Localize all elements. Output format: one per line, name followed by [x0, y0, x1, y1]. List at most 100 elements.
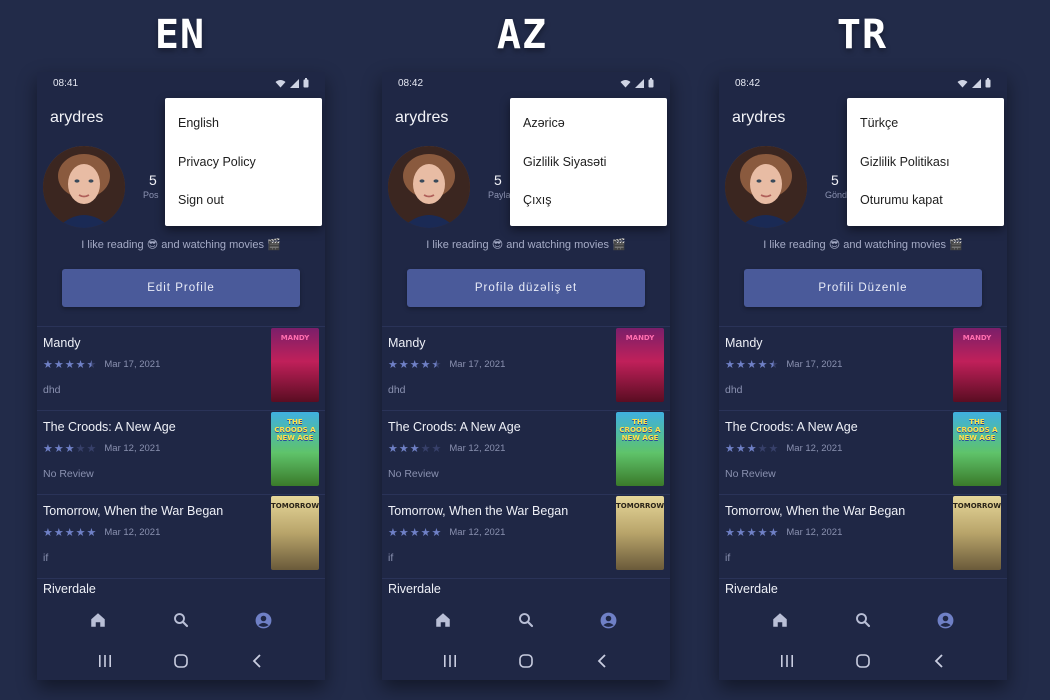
- recent-apps-icon[interactable]: [85, 646, 125, 676]
- review-title: The Croods: A New Age: [43, 420, 176, 434]
- search-icon[interactable]: [843, 600, 883, 640]
- review-list-item[interactable]: Tomorrow, When the War Began ★ ★ ★ ★ ★ Mar 12,…: [719, 494, 1007, 578]
- signal-icon: [972, 78, 981, 88]
- menu-item-privacy-policy[interactable]: Privacy Policy: [165, 143, 322, 182]
- signal-icon: [635, 78, 644, 88]
- movie-poster[interactable]: THE CROODS A NEW AGE: [953, 412, 1001, 486]
- review-list-item[interactable]: The Croods: A New Age ★ ★ ★ ★ ★ Mar 12, 2021 No…: [719, 410, 1007, 494]
- home-circle-icon[interactable]: [506, 646, 546, 676]
- review-title: The Croods: A New Age: [388, 420, 521, 434]
- review-list-item[interactable]: Tomorrow, When the War Began ★ ★ ★ ★ ★ Mar 12,…: [37, 494, 325, 578]
- review-title: The Croods: A New Age: [725, 420, 858, 434]
- poster-title: THE CROODS A NEW AGE: [274, 418, 316, 442]
- review-date: Mar 12, 2021: [786, 443, 843, 454]
- list-divider: [37, 578, 325, 579]
- posts-stat: 5 Payla: [488, 172, 511, 200]
- home-icon[interactable]: [423, 600, 463, 640]
- rating-stars: ★ ★ ★ ★ ★: [388, 442, 441, 455]
- recent-apps-icon[interactable]: [430, 646, 470, 676]
- search-icon[interactable]: [161, 600, 201, 640]
- edit-profile-button[interactable]: Profilə düzəliş et: [407, 269, 645, 307]
- rating-stars: ★ ★ ★ ★ ★: [725, 358, 778, 371]
- review-title-partial: Riverdale: [725, 582, 778, 596]
- account-circle-icon[interactable]: [589, 600, 629, 640]
- edit-profile-button[interactable]: Edit Profile: [62, 269, 300, 307]
- star-icon: ★: [388, 527, 398, 539]
- review-meta: ★ ★ ★ ★ ★ Mar 12, 2021: [43, 526, 160, 539]
- movie-poster[interactable]: MANDY: [616, 328, 664, 402]
- home-icon[interactable]: [760, 600, 800, 640]
- star-icon: ★: [43, 359, 53, 371]
- review-list-item[interactable]: Mandy ★ ★ ★ ★ ★ Mar 17, 2021 dhd MANDY: [382, 326, 670, 410]
- review-meta: ★ ★ ★ ★ ★ Mar 17, 2021: [725, 358, 842, 371]
- movie-poster[interactable]: MANDY: [953, 328, 1001, 402]
- menu-item-sign-out[interactable]: Sign out: [165, 181, 322, 220]
- review-title-partial: Riverdale: [388, 582, 441, 596]
- status-bar: 08:41: [37, 72, 325, 94]
- back-icon[interactable]: [919, 646, 959, 676]
- movie-poster[interactable]: TOMORROW: [616, 496, 664, 570]
- poster-title: TOMORROW: [953, 502, 1001, 510]
- recent-apps-icon[interactable]: [767, 646, 807, 676]
- movie-poster[interactable]: TOMORROW: [953, 496, 1001, 570]
- star-icon: ★: [420, 359, 431, 371]
- search-icon[interactable]: [506, 600, 546, 640]
- review-list-item[interactable]: The Croods: A New Age ★ ★ ★ ★ ★ Mar 12, 2021 No…: [382, 410, 670, 494]
- review-list-item[interactable]: Mandy ★ ★ ★ ★ ★ Mar 17, 2021 dhd MANDY: [719, 326, 1007, 410]
- star-icon: ★: [409, 443, 420, 455]
- home-circle-icon[interactable]: [843, 646, 883, 676]
- menu-item-sign-out[interactable]: Oturumu kapat: [847, 181, 1004, 220]
- review-list-item[interactable]: Mandy ★ ★ ★ ★ ★ Mar 17, 2021 dhd MANDY: [37, 326, 325, 410]
- movie-poster[interactable]: TOMORROW: [271, 496, 319, 570]
- profile-bio: I like reading 😎 and watching movies 🎬: [426, 239, 626, 251]
- account-circle-icon[interactable]: [244, 600, 284, 640]
- home-icon[interactable]: [78, 600, 118, 640]
- posts-stat: 5 Pos: [143, 172, 159, 200]
- poster-title: MANDY: [962, 334, 992, 342]
- bottom-navigation: [719, 598, 1007, 642]
- menu-item-privacy-policy[interactable]: Gizlilik Politikası: [847, 143, 1004, 182]
- profile-username: arydres: [395, 109, 449, 126]
- back-icon[interactable]: [237, 646, 277, 676]
- rating-stars: ★ ★ ★ ★ ★: [725, 442, 778, 455]
- status-bar: 08:42: [382, 72, 670, 94]
- menu-item-privacy-policy[interactable]: Gizlilik Siyasəti: [510, 143, 667, 182]
- menu-item-language[interactable]: English: [165, 104, 322, 143]
- rating-stars: ★ ★ ★ ★ ★: [388, 358, 441, 371]
- movie-poster[interactable]: THE CROODS A NEW AGE: [616, 412, 664, 486]
- movie-poster[interactable]: MANDY: [271, 328, 319, 402]
- review-text: No Review: [388, 468, 439, 480]
- star-icon: ★: [768, 443, 779, 455]
- review-meta: ★ ★ ★ ★ ★ Mar 12, 2021: [725, 442, 842, 455]
- star-icon: ★: [64, 527, 75, 539]
- review-title: Mandy: [388, 336, 426, 350]
- phone-screen: 08:41 arydres 5 Pos I like reading 😎 and wat…: [37, 72, 325, 680]
- menu-item-language[interactable]: Azəricə: [510, 104, 667, 143]
- avatar: [725, 146, 807, 228]
- account-circle-icon[interactable]: [926, 600, 966, 640]
- wifi-icon: [620, 79, 631, 87]
- status-icons: [620, 78, 654, 88]
- review-list-item[interactable]: Tomorrow, When the War Began ★ ★ ★ ★ ★ Mar 12,…: [382, 494, 670, 578]
- rating-stars: ★ ★ ★ ★ ★: [388, 526, 441, 539]
- review-date: Mar 12, 2021: [786, 527, 843, 538]
- review-list-item[interactable]: The Croods: A New Age ★ ★ ★ ★ ★ Mar 12, 2021 No…: [37, 410, 325, 494]
- back-icon[interactable]: [582, 646, 622, 676]
- review-text: if: [725, 552, 731, 564]
- movie-poster[interactable]: THE CROODS A NEW AGE: [271, 412, 319, 486]
- posts-stat: 5 Gönd: [825, 172, 847, 200]
- edit-profile-button[interactable]: Profili Düzenle: [744, 269, 982, 307]
- star-icon: ★: [757, 359, 768, 371]
- menu-item-language[interactable]: Türkçe: [847, 104, 1004, 143]
- star-icon: ★: [75, 527, 86, 539]
- review-text: dhd: [388, 384, 406, 396]
- star-icon: ★: [757, 443, 768, 455]
- menu-item-sign-out[interactable]: Çıxış: [510, 181, 667, 220]
- star-icon: ★: [64, 443, 75, 455]
- star-icon: ★: [431, 527, 442, 539]
- star-icon: ★: [431, 359, 442, 371]
- status-icons: [957, 78, 991, 88]
- status-time: 08:41: [53, 77, 79, 89]
- home-circle-icon[interactable]: [161, 646, 201, 676]
- language-title: AZ: [496, 12, 548, 58]
